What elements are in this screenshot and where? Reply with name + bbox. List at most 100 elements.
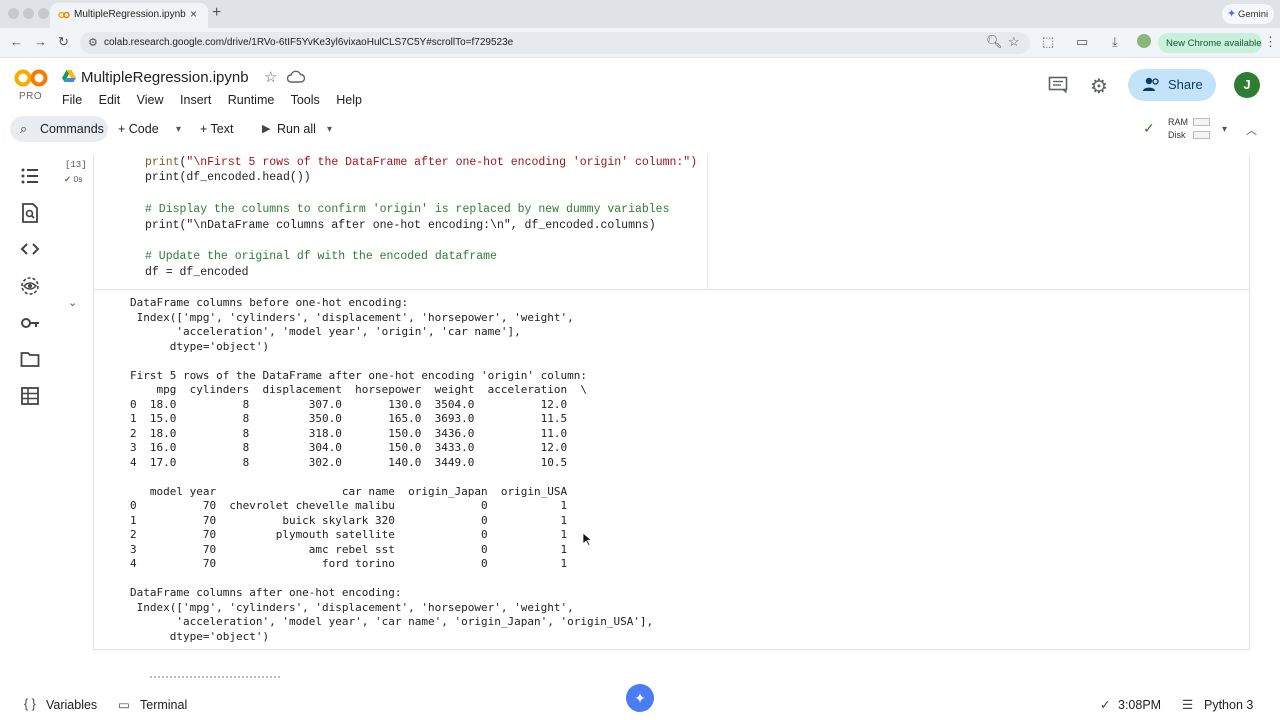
menu-tools[interactable]: Tools — [291, 93, 320, 107]
output-line: 1 70 buick skylark 320 0 1 — [130, 513, 568, 527]
output-line: First 5 rows of the DataFrame after one-… — [130, 368, 587, 382]
code-comment-line: # Update the original df with the encode… — [145, 250, 497, 263]
table-of-contents-icon[interactable] — [20, 166, 40, 186]
code-line: print(df_encoded.head()) — [145, 171, 311, 184]
output-line: DataFrame columns after one-hot encoding… — [130, 586, 402, 599]
url-input[interactable]: ⚙ colab.research.google.com/drive/1RVo-6… — [80, 32, 1030, 54]
commands-label: Commands — [40, 122, 104, 136]
terminal-button[interactable]: Terminal — [140, 698, 187, 712]
code-dropdown-chevron-down-icon[interactable]: ▾ — [176, 124, 181, 135]
sparkle-icon: ✦ — [1227, 8, 1237, 20]
window-zoom-button[interactable] — [38, 8, 49, 19]
disk-meter — [1193, 131, 1210, 139]
reload-icon[interactable]: ↻ — [58, 34, 69, 50]
menu-runtime[interactable]: Runtime — [228, 93, 275, 107]
run-all-chevron-down-icon[interactable]: ▾ — [327, 124, 332, 135]
plan-label: PRO — [19, 91, 43, 102]
zoom-icon[interactable]: 🔍︎ — [986, 34, 1003, 50]
runtime-type-button[interactable]: Python 3 — [1204, 698, 1253, 712]
menu-bar: File Edit View Insert Runtime Tools Help — [62, 93, 375, 107]
new-tab-button[interactable]: + — [212, 4, 221, 22]
new-chrome-available-button[interactable]: New Chrome available — [1158, 33, 1262, 53]
gemini-sparkle-icon[interactable]: ✦ — [626, 684, 654, 712]
output-line: 2 70 plymouth satellite 0 1 — [130, 528, 568, 541]
collapse-header-chevron-up-icon[interactable]: ︿ — [1246, 122, 1257, 138]
share-button[interactable]: Share — [1128, 69, 1216, 101]
resource-monitor[interactable]: RAM Disk — [1168, 116, 1188, 142]
variables-button[interactable]: Variables — [46, 698, 97, 712]
menu-insert[interactable]: Insert — [180, 93, 211, 107]
key-icon[interactable] — [20, 313, 40, 333]
star-icon[interactable]: ☆ — [264, 68, 277, 86]
output-line: Index(['mpg', 'cylinders', 'displacement… — [130, 310, 574, 324]
window-close-button[interactable] — [8, 8, 19, 19]
extensions-icon[interactable]: ⬚ — [1042, 34, 1054, 50]
colab-header: PRO MultipleRegression.ipynb ☆ File Edit… — [0, 58, 1280, 112]
data-table-icon[interactable] — [20, 386, 40, 406]
gemini-button[interactable]: ✦ Gemini — [1222, 4, 1274, 24]
site-info-icon[interactable]: ⚙ — [88, 36, 98, 49]
success-check-icon: ✓ — [64, 174, 72, 184]
browser-menu-icon[interactable]: ⋮ — [1264, 34, 1277, 50]
output-line: DataFrame columns before one-hot encodin… — [130, 296, 409, 309]
execution-count[interactable]: [13] — [65, 160, 87, 170]
download-icon[interactable]: ⤓ — [1112, 34, 1118, 50]
window-minimize-button[interactable] — [23, 8, 34, 19]
add-code-button[interactable]: + Code — [118, 122, 159, 136]
colab-logo-icon[interactable] — [14, 69, 48, 87]
cast-icon[interactable]: ▭ — [1076, 34, 1088, 50]
output-line: 4 70 ford torino 0 1 — [130, 557, 568, 570]
bookmark-star-icon[interactable]: ☆ — [1008, 34, 1020, 50]
gemini-label: Gemini — [1238, 9, 1269, 20]
secrets-eye-icon[interactable] — [20, 276, 40, 296]
user-avatar[interactable]: J — [1234, 72, 1260, 98]
output-collapse-chevron-icon[interactable]: ⌄ — [68, 296, 77, 309]
code-line: print("\nDataFrame columns after one-hot… — [145, 219, 656, 232]
back-arrow-icon[interactable]: ← — [10, 34, 23, 49]
menu-help[interactable]: Help — [336, 93, 362, 107]
output-line: 3 70 amc rebel sst 0 1 — [130, 542, 568, 556]
code-snippets-icon[interactable] — [20, 239, 40, 259]
forward-arrow-icon[interactable]: → — [34, 34, 47, 49]
settings-gear-icon[interactable]: ⚙ — [1090, 74, 1108, 99]
people-icon — [1143, 77, 1159, 91]
output-line: 1 15.0 8 350.0 165.0 3693.0 11.5 — [130, 412, 568, 425]
code-line-text: "\nFirst 5 rows of the DataFrame after o… — [186, 156, 698, 169]
url-text: colab.research.google.com/drive/1RVo-6tI… — [104, 37, 514, 48]
ram-meter — [1193, 118, 1210, 126]
menu-file[interactable]: File — [62, 93, 82, 107]
add-text-button[interactable]: + Text — [200, 122, 233, 136]
cloud-saved-icon[interactable] — [287, 70, 305, 84]
left-side-rail — [0, 150, 58, 680]
code-comment-line: # Display the columns to confirm 'origin… — [145, 203, 670, 216]
output-line: 'acceleration', 'model year', 'car name'… — [130, 615, 654, 628]
profile-avatar-icon[interactable] — [1137, 34, 1151, 48]
find-replace-icon[interactable] — [20, 203, 40, 223]
browser-tab-bar: MultipleRegression.ipynb - Co × + ✦ Gemi… — [0, 0, 1280, 28]
notebook-title[interactable]: MultipleRegression.ipynb — [81, 69, 249, 86]
execution-time: 0s — [73, 174, 83, 184]
run-all-play-icon[interactable]: ▶ — [262, 122, 270, 135]
output-line: 0 70 chevrolet chevelle malibu 0 1 — [130, 499, 568, 512]
runtime-chevron-down-icon[interactable]: ▾ — [1222, 124, 1227, 135]
ram-label: RAM — [1168, 117, 1188, 127]
output-line: model year car name origin_Japan origin_… — [130, 484, 568, 498]
browser-tab[interactable]: MultipleRegression.ipynb - Co × — [50, 3, 208, 28]
files-folder-icon[interactable] — [20, 349, 40, 369]
code-line: df = df_encoded — [145, 266, 249, 279]
variables-braces-icon[interactable]: { } — [24, 697, 36, 711]
commands-button[interactable]: ⌕ Commands — [10, 116, 108, 142]
status-time: 3:08PM — [1118, 698, 1162, 712]
run-all-button[interactable]: Run all — [277, 122, 316, 136]
menu-view[interactable]: View — [137, 93, 164, 107]
terminal-icon[interactable]: ▭ — [118, 697, 130, 712]
google-drive-icon[interactable] — [62, 70, 76, 82]
comment-icon[interactable] — [1048, 76, 1068, 94]
output-line: dtype='object') — [130, 339, 270, 353]
menu-edit[interactable]: Edit — [99, 93, 121, 107]
next-cell-partial — [150, 676, 280, 680]
share-label: Share — [1168, 77, 1203, 92]
code-line: print("\nFirst 5 rows of the DataFrame a… — [145, 156, 698, 169]
code-editor-divider — [707, 155, 708, 289]
tab-close-icon[interactable]: × — [190, 7, 197, 21]
